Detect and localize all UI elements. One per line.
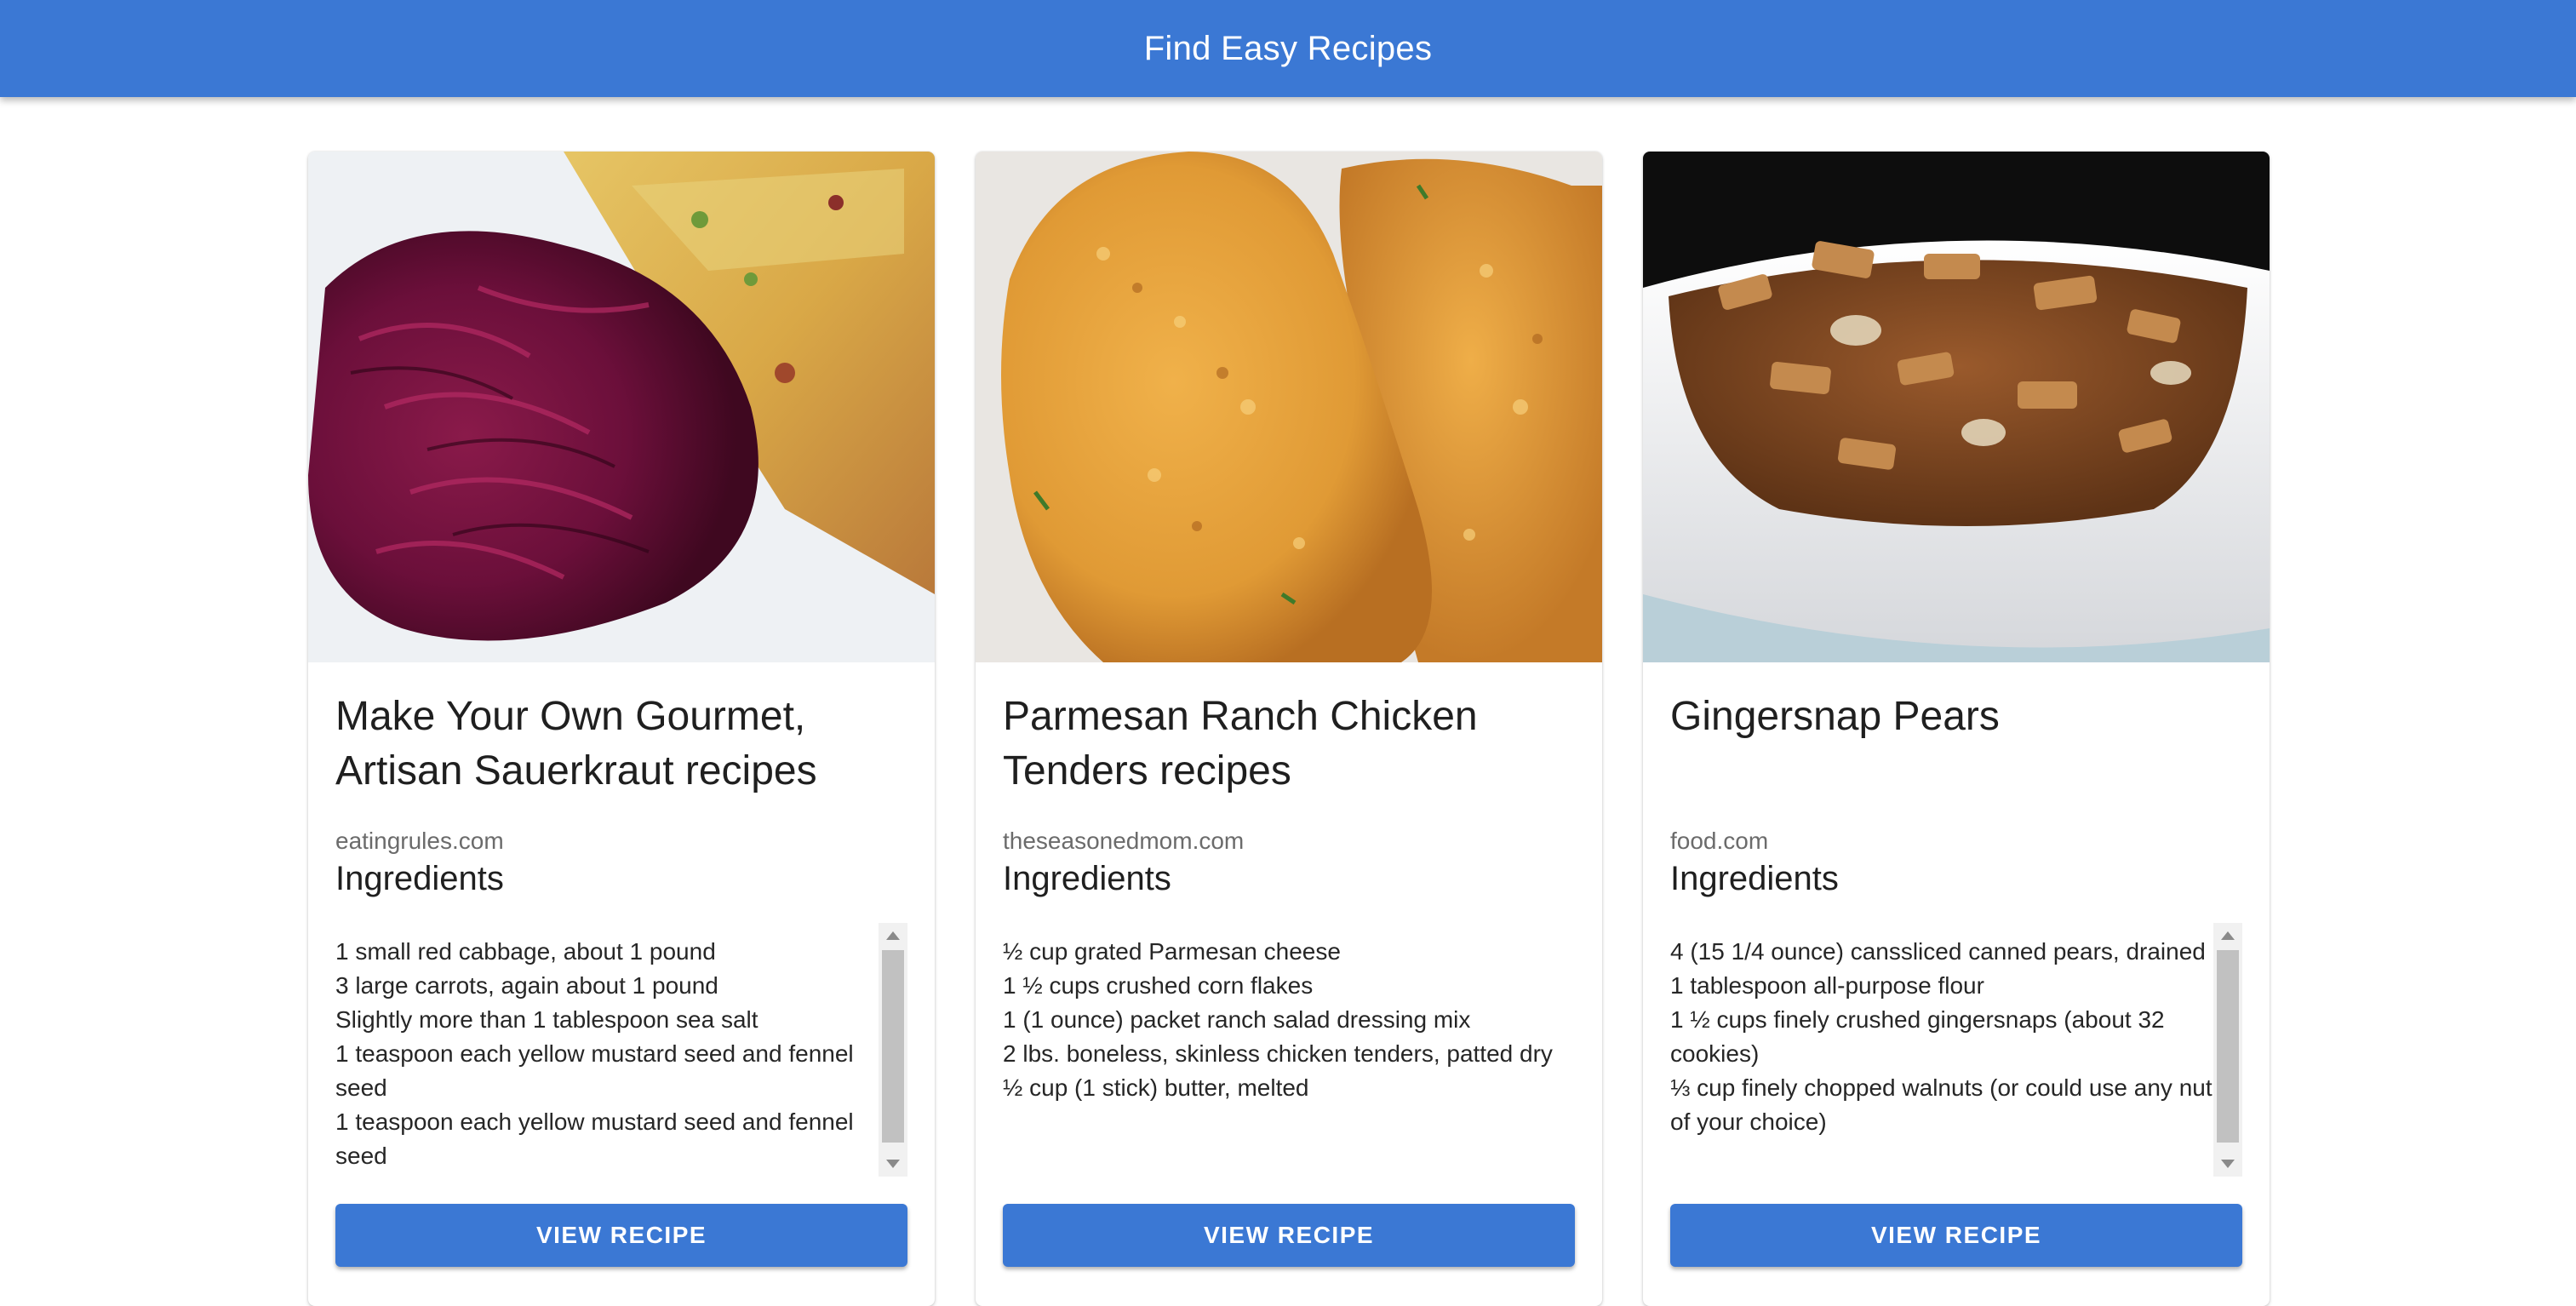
scrollbar-thumb[interactable] xyxy=(882,950,904,1143)
ingredient-item: 1 small red cabbage, about 1 pound xyxy=(335,938,716,965)
ingredient-item: 1 ½ cups finely crushed gingersnaps (abo… xyxy=(1670,1006,2165,1067)
recipe-title: Make Your Own Gourmet, Artisan Sauerkrau… xyxy=(335,694,817,793)
scroll-up-arrow-icon[interactable] xyxy=(2213,923,2242,948)
view-recipe-button[interactable]: VIEW RECIPE xyxy=(1670,1204,2242,1267)
recipe-card-sauerkraut: Make Your Own Gourmet, Artisan Sauerkrau… xyxy=(308,152,935,1306)
recipe-source[interactable]: theseasonedmom.com xyxy=(1003,828,1244,855)
recipe-source[interactable]: eatingrules.com xyxy=(335,828,504,855)
ingredients-heading: Ingredients xyxy=(1670,860,1839,897)
ingredients-scrollbar[interactable] xyxy=(2213,923,2242,1177)
scrollbar-thumb[interactable] xyxy=(2217,950,2239,1143)
ingredients-list[interactable]: 4 (15 1/4 ounce) canssliced canned pears… xyxy=(1670,935,2215,1175)
ingredient-item: 1 teaspoon each yellow mustard seed and … xyxy=(335,1108,854,1169)
ingredient-item: 1 teaspoon each yellow mustard seed and … xyxy=(335,1040,854,1101)
ingredients-heading: Ingredients xyxy=(335,860,504,897)
ingredient-item: 4 (15 1/4 ounce) canssliced canned pears… xyxy=(1670,938,2206,965)
ingredient-item: 1 tablespoon all-purpose flour xyxy=(1670,972,1984,999)
app-title: Find Easy Recipes xyxy=(1143,29,1433,67)
recipe-card-gingersnap-pears: Gingersnap Pears food.com Ingredients 4 … xyxy=(1643,152,2270,1306)
ingredient-item: 1 ½ cups crushed corn flakes xyxy=(1003,972,1314,999)
ingredient-item: 2 lbs. boneless, skinless chicken tender… xyxy=(1003,1040,1553,1067)
ingredients-list[interactable]: ½ cup grated Parmesan cheese 1 ½ cups cr… xyxy=(1003,935,1582,1175)
ingredient-item: ½ cup grated Parmesan cheese xyxy=(1003,938,1341,965)
ingredients-scrollbar[interactable] xyxy=(879,923,907,1177)
view-recipe-button[interactable]: VIEW RECIPE xyxy=(335,1204,907,1267)
ingredient-item: ⅓ cup finely chopped walnuts (or could u… xyxy=(1670,1074,2212,1135)
ingredients-list[interactable]: 1 small red cabbage, about 1 pound 3 lar… xyxy=(335,935,880,1175)
app-bar: Find Easy Recipes xyxy=(0,0,2576,97)
ingredient-item: Slightly more than 1 tablespoon sea salt xyxy=(335,1006,758,1033)
recipe-image-chicken-tenders[interactable] xyxy=(976,152,1602,662)
recipe-image-sauerkraut[interactable] xyxy=(308,152,935,662)
ingredient-item: 3 large carrots, again about 1 pound xyxy=(335,972,718,999)
recipe-image-gingersnap-pears[interactable] xyxy=(1643,152,2270,662)
scroll-up-arrow-icon[interactable] xyxy=(879,923,907,948)
view-recipe-button[interactable]: VIEW RECIPE xyxy=(1003,1204,1575,1267)
recipe-title: Gingersnap Pears xyxy=(1670,694,2000,739)
recipe-source[interactable]: food.com xyxy=(1670,828,1768,855)
recipe-card-chicken-tenders: Parmesan Ranch Chicken Tenders recipes t… xyxy=(976,152,1602,1306)
scroll-down-arrow-icon[interactable] xyxy=(879,1151,907,1177)
ingredient-item: ½ cup (1 stick) butter, melted xyxy=(1003,1074,1309,1101)
recipe-title: Parmesan Ranch Chicken Tenders recipes xyxy=(1003,694,1478,793)
ingredients-heading: Ingredients xyxy=(1003,860,1171,897)
ingredient-item: 1 (1 ounce) packet ranch salad dressing … xyxy=(1003,1006,1471,1033)
scroll-down-arrow-icon[interactable] xyxy=(2213,1151,2242,1177)
